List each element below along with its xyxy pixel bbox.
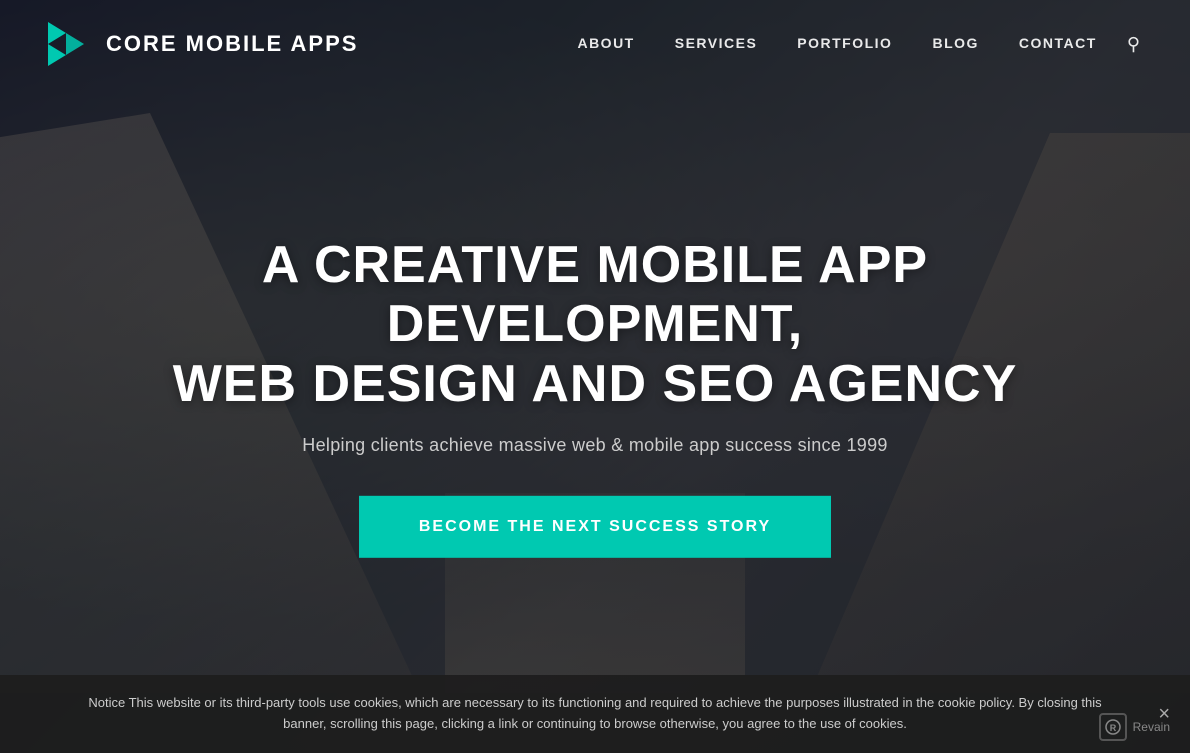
nav-link-services[interactable]: SERVICES xyxy=(655,35,778,51)
brand-link[interactable]: CORE MOBILE APPS xyxy=(40,18,358,70)
nav-search-item[interactable]: ⚲ xyxy=(1117,34,1150,55)
nav-item-services[interactable]: SERVICES xyxy=(655,35,778,53)
revain-badge: R Revain xyxy=(1099,713,1170,741)
revain-icon: R xyxy=(1099,713,1127,741)
cookie-notice: Notice This website or its third-party t… xyxy=(0,675,1190,753)
hero-section: CORE MOBILE APPS ABOUT SERVICES PORTFOLI… xyxy=(0,0,1190,753)
cta-button[interactable]: BECOME THE NEXT SUCCESS STORY xyxy=(359,496,831,558)
svg-text:R: R xyxy=(1109,723,1116,733)
hero-title-line2: WEB DESIGN AND SEO AGENCY xyxy=(173,355,1018,413)
nav-link-portfolio[interactable]: PORTFOLIO xyxy=(777,35,912,51)
nav-item-portfolio[interactable]: PORTFOLIO xyxy=(777,35,912,53)
hero-title-line1: A CREATIVE MOBILE APP DEVELOPMENT, xyxy=(262,235,928,353)
nav-link-about[interactable]: ABOUT xyxy=(557,35,654,51)
revain-label: Revain xyxy=(1133,720,1170,734)
brand-logo-icon xyxy=(40,18,92,70)
revain-logo-icon: R xyxy=(1104,718,1122,736)
brand-name-text: CORE MOBILE APPS xyxy=(106,31,358,57)
search-icon[interactable]: ⚲ xyxy=(1117,34,1150,54)
hero-content: A CREATIVE MOBILE APP DEVELOPMENT, WEB D… xyxy=(145,235,1045,557)
cookie-text: Notice This website or its third-party t… xyxy=(88,695,1101,731)
nav-item-about[interactable]: ABOUT xyxy=(557,35,654,53)
nav-item-blog[interactable]: BLOG xyxy=(912,35,998,53)
nav-links: ABOUT SERVICES PORTFOLIO BLOG CONTACT ⚲ xyxy=(557,34,1150,55)
hero-subtitle: Helping clients achieve massive web & mo… xyxy=(145,435,1045,456)
navbar: CORE MOBILE APPS ABOUT SERVICES PORTFOLI… xyxy=(0,0,1190,88)
nav-item-contact[interactable]: CONTACT xyxy=(999,35,1117,53)
hero-title: A CREATIVE MOBILE APP DEVELOPMENT, WEB D… xyxy=(145,235,1045,414)
nav-link-blog[interactable]: BLOG xyxy=(912,35,998,51)
nav-link-contact[interactable]: CONTACT xyxy=(999,35,1117,51)
